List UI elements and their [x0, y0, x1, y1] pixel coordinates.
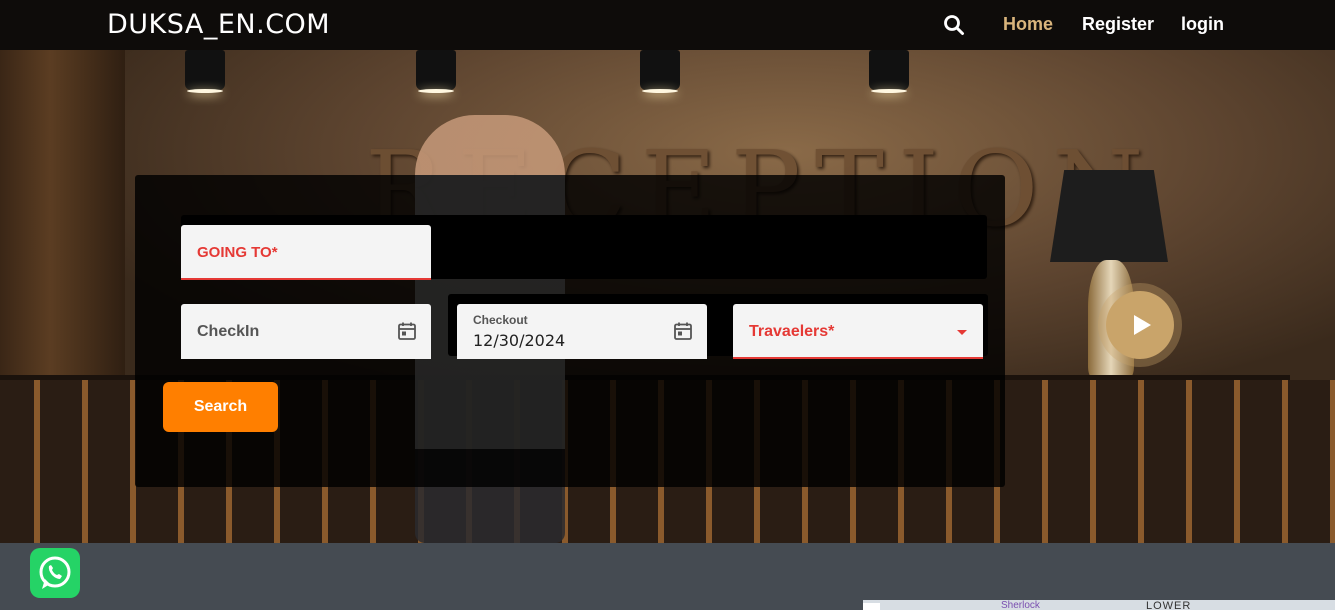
search-button[interactable]: Search	[163, 382, 278, 432]
travelers-select[interactable]: Travaelers*	[733, 304, 983, 359]
hotel-search-form: GOING TO* CheckIn Checkout 12/30/2024 Tr…	[135, 175, 1005, 487]
search-icon[interactable]	[943, 14, 965, 36]
nav-register-link[interactable]: Register	[1082, 14, 1154, 35]
table-lamp-shade	[1050, 170, 1168, 262]
chevron-down-icon	[957, 330, 967, 335]
hero-pillar	[0, 50, 125, 410]
calendar-icon[interactable]	[673, 321, 693, 341]
map-corner-square	[863, 603, 880, 610]
map-preview[interactable]: Sherlock LOWER	[863, 600, 1335, 610]
site-brand[interactable]: DUKSA_EN.COM	[107, 9, 330, 40]
checkout-field[interactable]: Checkout 12/30/2024	[457, 304, 707, 359]
ceiling-lamp	[416, 50, 456, 93]
nav-home-link[interactable]: Home	[1003, 14, 1053, 35]
calendar-icon[interactable]	[397, 321, 417, 341]
destination-field[interactable]: GOING TO*	[181, 225, 431, 280]
map-area-label: LOWER	[1146, 600, 1192, 610]
play-video-button[interactable]	[1106, 291, 1174, 359]
hero-banner: RECEPTION GOING TO* CheckIn Checkout 12/…	[0, 50, 1335, 543]
nav-login-link[interactable]: login	[1181, 14, 1224, 35]
map-place-label: Sherlock	[1001, 600, 1040, 610]
ceiling-lamp	[640, 50, 680, 93]
travelers-label: Travaelers*	[749, 323, 835, 340]
checkin-field[interactable]: CheckIn	[181, 304, 431, 359]
ceiling-lamp	[185, 50, 225, 93]
whatsapp-button[interactable]	[30, 548, 80, 598]
top-navbar: DUKSA_EN.COM Home Register login	[0, 0, 1335, 50]
checkout-value[interactable]: 12/30/2024	[473, 331, 565, 350]
checkout-label: Checkout	[473, 313, 528, 327]
destination-label: GOING TO*	[197, 244, 278, 261]
ceiling-lamp	[869, 50, 909, 93]
checkin-label: CheckIn	[197, 323, 260, 340]
